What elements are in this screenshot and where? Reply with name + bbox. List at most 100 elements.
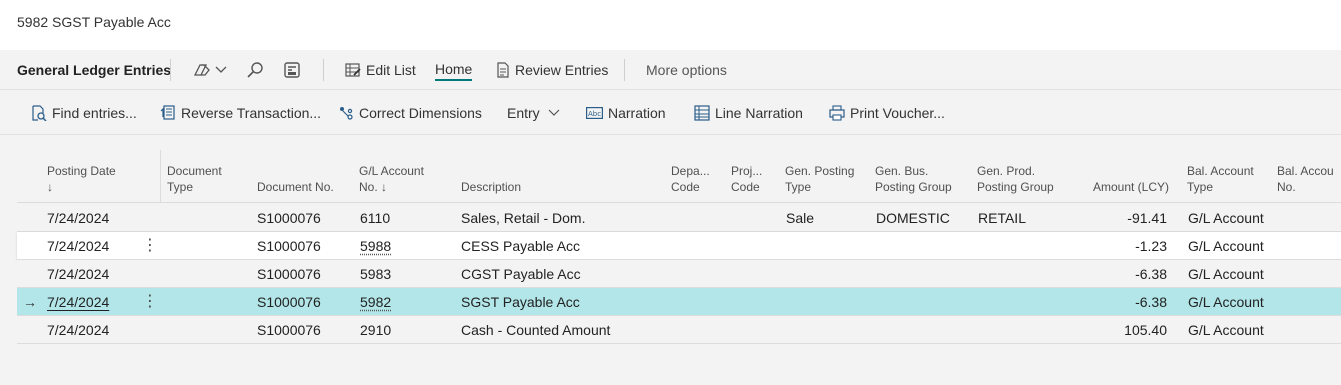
table-row[interactable]: 7/24/2024 S1000076 5983 CGST Payable Acc…: [17, 260, 1341, 288]
cell-posting-date[interactable]: 7/24/2024: [47, 204, 109, 232]
print-icon: [829, 105, 845, 121]
col-header-bal-account-type[interactable]: Bal. Account Type: [1187, 163, 1254, 195]
cell-description: CESS Payable Acc: [461, 238, 581, 254]
line-narration-label: Line Narration: [715, 105, 803, 121]
col-header-description[interactable]: Description: [461, 179, 521, 195]
cell-bal-account-type: G/L Account: [1188, 266, 1264, 282]
col-header-gen-posting-type[interactable]: Gen. Posting Type: [785, 163, 854, 195]
cell-gl-account-no[interactable]: 2910: [360, 316, 391, 344]
cell-gen-bus-posting-group: DOMESTIC: [876, 210, 950, 226]
search-icon: [246, 61, 264, 79]
cell-description: Cash - Counted Amount: [461, 322, 611, 338]
edit-list-label: Edit List: [366, 62, 416, 78]
cell-gl-account-no[interactable]: 5983: [360, 260, 391, 288]
col-header-gen-prod-posting-group[interactable]: Gen. Prod. Posting Group: [977, 163, 1054, 195]
review-entries-label: Review Entries: [515, 62, 609, 78]
cell-document-no: S1000076: [257, 266, 321, 282]
print-voucher-label: Print Voucher...: [850, 105, 945, 121]
svg-text:Abc: Abc: [588, 110, 601, 118]
document-icon: [496, 62, 510, 78]
cell-document-no: S1000076: [257, 322, 321, 338]
table-row[interactable]: 7/24/2024 S1000076 6110 Sales, Retail - …: [17, 204, 1341, 232]
promoted-actions-bar: Find entries... Reverse Transaction... C…: [0, 91, 1341, 135]
cell-gen-posting-type: Sale: [786, 210, 815, 226]
col-header-amount-lcy[interactable]: Amount (LCY): [1077, 179, 1169, 195]
edit-list-icon: [345, 62, 361, 78]
chevron-down-icon: [548, 109, 560, 117]
line-narration-icon: [694, 105, 710, 121]
cell-document-no: S1000076: [257, 210, 321, 226]
cell-bal-account-type: G/L Account: [1188, 238, 1264, 254]
print-voucher-button[interactable]: Print Voucher...: [829, 91, 945, 135]
find-entries-button[interactable]: Find entries...: [31, 91, 137, 135]
cell-document-no: S1000076: [257, 294, 321, 310]
reverse-transaction-icon: [160, 105, 176, 121]
col-header-dept-code[interactable]: Depa... Code: [671, 163, 710, 195]
filter-pane-button[interactable]: [283, 50, 301, 90]
cell-amount: -6.38: [1135, 266, 1167, 282]
correct-dimensions-button[interactable]: Correct Dimensions: [338, 91, 482, 135]
cell-document-no: S1000076: [257, 238, 321, 254]
table-row-selected[interactable]: → 7/24/2024 ⋮ S1000076 5982 SGST Payable…: [17, 288, 1341, 316]
col-header-gen-bus-posting-group[interactable]: Gen. Bus. Posting Group: [875, 163, 952, 195]
cell-bal-account-type: G/L Account: [1188, 294, 1264, 310]
cell-gl-account-no[interactable]: 6110: [360, 204, 390, 232]
search-button[interactable]: [246, 50, 264, 90]
entry-menu-label: Entry: [507, 105, 540, 121]
line-narration-button[interactable]: Line Narration: [694, 91, 803, 135]
col-header-proj-code[interactable]: Proj... Code: [731, 163, 762, 195]
grid-header: Posting Date ↓ Document Type Document No…: [17, 150, 1341, 203]
tab-home[interactable]: Home: [435, 59, 473, 81]
action-bar: General Ledger Entries Edit List Home Re…: [0, 50, 1341, 90]
share-button[interactable]: [192, 50, 227, 90]
narration-button[interactable]: Abc Narration: [586, 91, 666, 135]
divider: [624, 59, 625, 81]
reverse-transaction-button[interactable]: Reverse Transaction...: [160, 91, 321, 135]
correct-dimensions-label: Correct Dimensions: [359, 105, 482, 121]
narration-icon: Abc: [586, 106, 603, 120]
cell-gl-account-no[interactable]: 5988: [360, 232, 391, 260]
cell-gl-account-no[interactable]: 5982: [360, 288, 391, 316]
share-icon: [192, 62, 212, 78]
cell-description: CGST Payable Acc: [461, 266, 581, 282]
cell-bal-account-type: G/L Account: [1188, 322, 1264, 338]
cell-amount: -91.41: [1127, 210, 1167, 226]
col-header-posting-date[interactable]: Posting Date ↓: [47, 163, 116, 195]
find-entries-label: Find entries...: [52, 105, 137, 121]
cell-posting-date[interactable]: 7/24/2024: [47, 288, 109, 316]
entry-menu-button[interactable]: Entry: [507, 91, 560, 135]
col-header-document-type[interactable]: Document Type: [167, 163, 222, 195]
chevron-down-icon: [215, 66, 227, 74]
cell-posting-date[interactable]: 7/24/2024: [47, 260, 109, 288]
cell-posting-date[interactable]: 7/24/2024: [47, 232, 109, 260]
col-header-document-no[interactable]: Document No.: [257, 179, 334, 195]
more-options-button[interactable]: More options: [646, 50, 727, 90]
current-row-arrow-icon: →: [23, 294, 37, 310]
edit-list-button[interactable]: Edit List: [345, 50, 416, 90]
cell-description: SGST Payable Acc: [461, 294, 580, 310]
table-row[interactable]: 7/24/2024 S1000076 2910 Cash - Counted A…: [17, 316, 1341, 344]
cell-amount: -1.23: [1135, 238, 1167, 254]
row-actions-menu-icon[interactable]: ⋮: [142, 288, 158, 316]
header-divider: [160, 150, 161, 203]
cell-posting-date[interactable]: 7/24/2024: [47, 316, 109, 344]
review-entries-button[interactable]: Review Entries: [496, 50, 608, 90]
cell-bal-account-type: G/L Account: [1188, 210, 1264, 226]
table-row[interactable]: 7/24/2024 ⋮ S1000076 5988 CESS Payable A…: [17, 232, 1341, 260]
col-header-gl-account-no[interactable]: G/L Account No. ↓: [359, 163, 424, 195]
cell-amount: 105.40: [1124, 322, 1167, 338]
divider: [323, 59, 324, 81]
window-title: 5982 SGST Payable Acc: [17, 14, 171, 30]
find-entries-icon: [31, 105, 47, 121]
window-titlebar: 5982 SGST Payable Acc: [0, 0, 1341, 50]
cell-amount: -6.38: [1135, 294, 1167, 310]
divider: [170, 59, 171, 81]
row-actions-menu-icon[interactable]: ⋮: [142, 232, 158, 260]
reverse-transaction-label: Reverse Transaction...: [181, 105, 322, 121]
filter-pane-icon: [283, 61, 301, 79]
dimensions-icon: [338, 105, 354, 121]
page-title: General Ledger Entries: [17, 62, 172, 78]
cell-gen-prod-posting-group: RETAIL: [978, 210, 1026, 226]
col-header-bal-account-no[interactable]: Bal. Accou No.: [1277, 163, 1341, 195]
narration-label: Narration: [608, 105, 666, 121]
